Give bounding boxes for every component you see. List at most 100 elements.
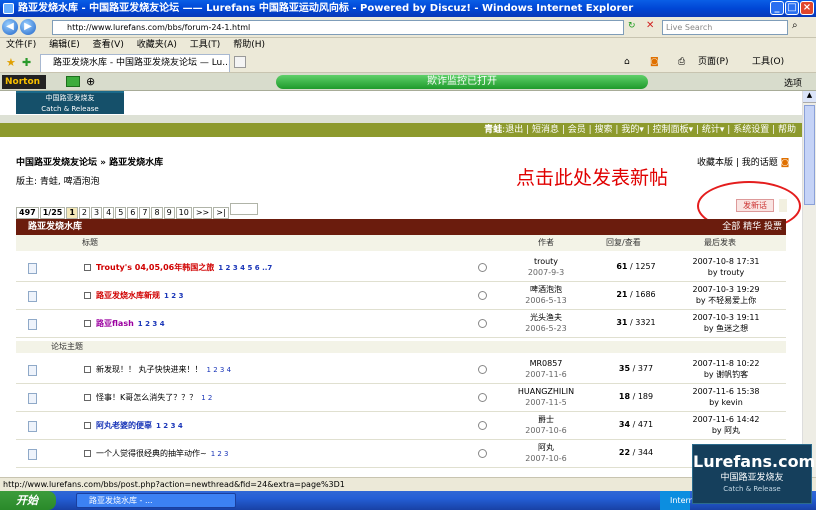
author-name[interactable]: 啤酒泡泡 xyxy=(496,284,596,295)
tab-active[interactable]: 路亚发烧水库 - 中国路亚发烧友论坛 — Lu... xyxy=(40,54,230,72)
maximize-button[interactable]: □ xyxy=(785,1,799,15)
thread-page-links[interactable]: 1 2 3 xyxy=(164,292,184,300)
thread-checkbox[interactable] xyxy=(84,264,91,271)
page-next[interactable]: >> xyxy=(192,207,213,219)
page-link[interactable]: 6 xyxy=(127,207,139,219)
author-name[interactable]: trouty xyxy=(496,256,596,267)
nav-admin[interactable]: 系统设置 xyxy=(733,125,769,135)
thread-page-links[interactable]: 1 2 xyxy=(201,394,212,402)
nav-username[interactable]: 青蛙 xyxy=(484,125,502,135)
thread-checkbox[interactable] xyxy=(84,422,91,429)
minimize-button[interactable]: _ xyxy=(770,1,784,15)
thread-checkbox[interactable] xyxy=(84,450,91,457)
page-link[interactable]: 7 xyxy=(139,207,151,219)
search-icon[interactable]: ⌕ xyxy=(792,20,798,31)
breadcrumb[interactable]: 中国路亚发烧友论坛 » 路亚发烧水库 xyxy=(16,155,163,168)
thread-checkbox[interactable] xyxy=(84,292,91,299)
nav-help[interactable]: 帮助 xyxy=(778,125,796,135)
new-post-button[interactable]: 发新话 xyxy=(736,199,774,212)
menu-file[interactable]: 文件(F) xyxy=(6,40,36,50)
page-link[interactable]: 8 xyxy=(151,207,163,219)
nav-search[interactable]: 搜索 xyxy=(595,125,613,135)
page-menu[interactable]: 页面(P) xyxy=(698,55,728,69)
thread-page-links[interactable]: 1 2 3 xyxy=(211,450,229,458)
thread-title[interactable]: 阿丸老婆的便辜 1 2 3 4 xyxy=(96,420,183,431)
tools-menu[interactable]: 工具(O) xyxy=(752,55,784,69)
thread-filter-links[interactable]: 全部 精华 投票 xyxy=(722,219,782,235)
rss-icon[interactable]: ◙ xyxy=(781,158,790,168)
new-tab-button[interactable] xyxy=(234,56,246,68)
scroll-thumb[interactable] xyxy=(804,105,815,205)
menu-help[interactable]: 帮助(H) xyxy=(233,40,265,50)
menu-edit[interactable]: 编辑(E) xyxy=(49,40,80,50)
thread-page-links[interactable]: 1 2 3 4 xyxy=(156,422,183,430)
last-post-by[interactable]: by 不轻易爱上你 xyxy=(676,295,776,306)
refresh-icon[interactable]: ↻ xyxy=(628,21,636,31)
menu-view[interactable]: 查看(V) xyxy=(93,40,124,50)
home-icon[interactable]: ⌂ xyxy=(624,55,630,69)
thread-checkbox[interactable] xyxy=(84,394,91,401)
thread-page-links[interactable]: 1 2 3 4 xyxy=(207,366,232,374)
thread-checkbox[interactable] xyxy=(84,320,91,327)
forward-icon[interactable]: ▶ xyxy=(20,19,36,35)
author-name[interactable]: MR0857 xyxy=(496,358,596,369)
vertical-scrollbar[interactable]: ▲ xyxy=(802,91,816,477)
page-link[interactable]: 10 xyxy=(175,207,192,219)
author-name[interactable]: 阿丸 xyxy=(496,442,596,453)
norton-logo[interactable]: Norton xyxy=(2,75,46,89)
globe-icon[interactable]: ⊕ xyxy=(86,75,95,88)
stop-icon[interactable]: ✕ xyxy=(646,20,654,31)
thread-title[interactable]: 怪事！K哥怎么消失了？？？ 1 2 xyxy=(96,392,212,403)
scroll-up-arrow-icon[interactable]: ▲ xyxy=(803,91,816,103)
nav-logout[interactable]: 退出 xyxy=(505,125,523,135)
favorite-my-topics-links[interactable]: 收藏本版 | 我的话题 xyxy=(697,158,778,168)
page-link[interactable]: 4 xyxy=(103,207,115,219)
norton-shield-icon[interactable] xyxy=(66,76,80,87)
last-post-time[interactable]: 2007-10-3 19:29 xyxy=(676,284,776,295)
feeds-icon[interactable]: ◙ xyxy=(650,55,659,69)
last-post-time[interactable]: 2007-11-6 15:38 xyxy=(676,386,776,397)
nav-control-panel[interactable]: 控制面板 xyxy=(653,125,689,135)
author-name[interactable]: HUANGZHILIN xyxy=(496,386,596,397)
address-input[interactable]: http://www.lurefans.com/bbs/forum-24-1.h… xyxy=(52,20,624,35)
back-icon[interactable]: ◀ xyxy=(2,19,18,35)
thread-title[interactable]: 路亚flash 1 2 3 4 xyxy=(96,318,165,329)
page-last[interactable]: >| xyxy=(213,207,229,219)
last-post-by[interactable]: by 谢帆钓客 xyxy=(676,369,776,380)
favorites-star-icon[interactable]: ★ xyxy=(6,56,16,69)
forum-logo[interactable]: 中国路亚发烧友 Catch & Release xyxy=(16,91,124,114)
taskbar-ie-item[interactable]: 路亚发烧水库 - ... xyxy=(76,493,236,508)
add-favorite-icon[interactable]: ✚ xyxy=(22,56,31,69)
last-post-by[interactable]: by 阿丸 xyxy=(676,425,776,436)
author-name[interactable]: 爵士 xyxy=(496,414,596,425)
page-link[interactable]: 9 xyxy=(163,207,175,219)
thread-title[interactable]: 一个人觉得很经典的抽竿动作~ 1 2 3 xyxy=(96,448,229,459)
last-post-time[interactable]: 2007-11-6 14:42 xyxy=(676,414,776,425)
thread-title[interactable]: Trouty's 04,05,06年韩国之旅 1 2 3 4 5 6 ..7 xyxy=(96,262,272,273)
last-post-by[interactable]: by trouty xyxy=(676,267,776,278)
page-link[interactable]: 2 xyxy=(78,207,90,219)
thread-page-links[interactable]: 1 2 3 4 xyxy=(138,320,165,328)
last-post-time[interactable]: 2007-11-8 10:22 xyxy=(676,358,776,369)
norton-options[interactable]: 选项 xyxy=(784,76,802,89)
search-input[interactable]: Live Search xyxy=(662,20,788,35)
menu-tools[interactable]: 工具(T) xyxy=(190,40,221,50)
last-post-time[interactable]: 2007-10-8 17:31 xyxy=(676,256,776,267)
page-link[interactable]: 5 xyxy=(115,207,127,219)
print-icon[interactable]: ⎙ xyxy=(678,55,685,69)
nav-stats[interactable]: 统计 xyxy=(702,125,720,135)
page-link[interactable]: 3 xyxy=(91,207,103,219)
thread-title[interactable]: 新发现！！ 丸子快快进来！！ 1 2 3 4 xyxy=(96,364,231,375)
close-button[interactable]: × xyxy=(800,1,814,15)
thread-title[interactable]: 路亚发烧水库新规 1 2 3 xyxy=(96,290,184,301)
start-button[interactable]: 开始 xyxy=(0,491,56,510)
author-name[interactable]: 光头渔夫 xyxy=(496,312,596,323)
nav-my[interactable]: 我的 xyxy=(621,125,639,135)
thread-checkbox[interactable] xyxy=(84,366,91,373)
thread-page-links[interactable]: 1 2 3 4 5 6 ..7 xyxy=(218,264,272,272)
last-post-by[interactable]: by 鱼迷之想 xyxy=(676,323,776,334)
menu-favorites[interactable]: 收藏夹(A) xyxy=(137,40,177,50)
nav-members[interactable]: 会员 xyxy=(568,125,586,135)
last-post-time[interactable]: 2007-10-3 19:11 xyxy=(676,312,776,323)
nav-messages[interactable]: 短消息 xyxy=(532,125,559,135)
